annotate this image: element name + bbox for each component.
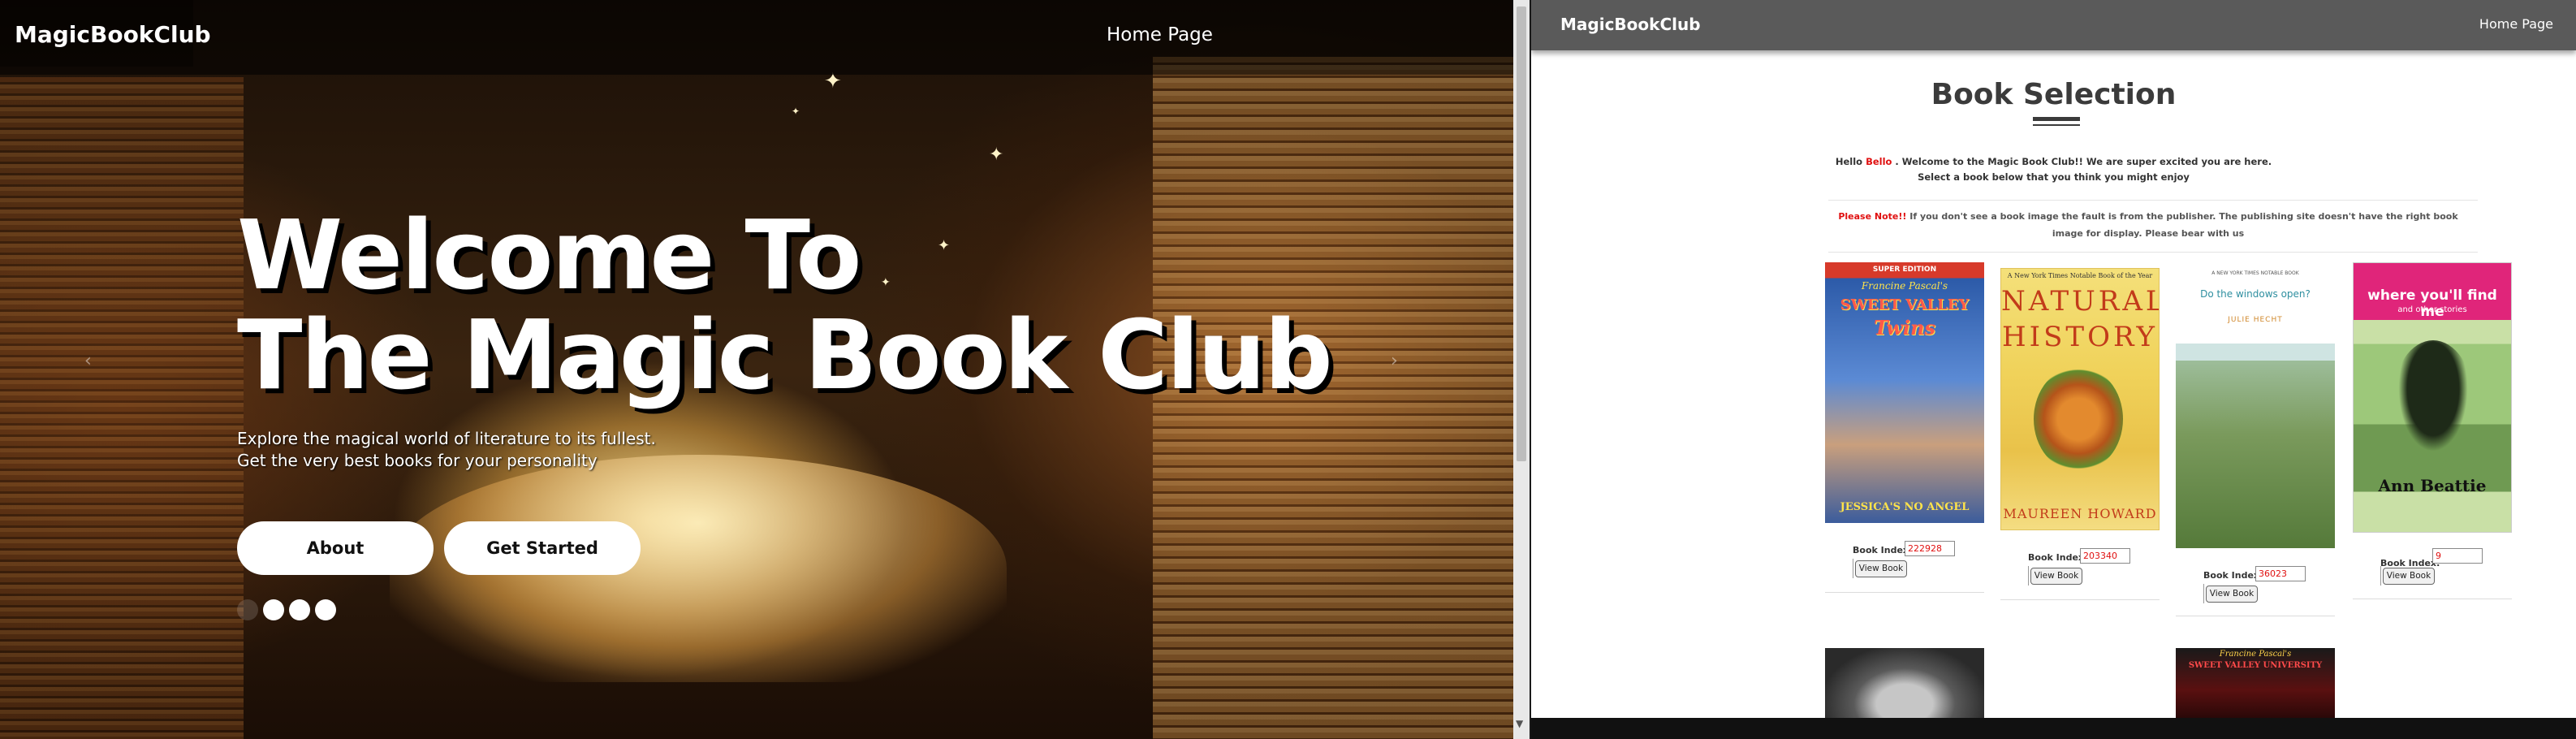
hero-subtitle-line1: Explore the magical world of literature … [237, 429, 656, 448]
carousel-indicator[interactable] [263, 599, 284, 620]
cover-text: SWEET VALLEY UNIVERSITY [2188, 661, 2323, 670]
scrollbar-thumb[interactable] [1517, 6, 1526, 461]
hero-pane: ✦ ✦ ✦ ✦ ✦ ✦ MagicBookClub Home Page ‹ › … [0, 0, 1513, 739]
book-cover-image[interactable] [1825, 648, 1984, 718]
cover-text: JESSICA'S NO ANGEL [1840, 501, 1970, 513]
carousel-indicator[interactable] [315, 599, 336, 620]
cover-text: Ann Beattie [2378, 476, 2487, 495]
hero-subtitle-line2: Get the very best books for your persona… [237, 451, 598, 470]
carousel-prev-icon[interactable]: ‹ [84, 351, 92, 371]
view-book-button[interactable]: View Book [2030, 568, 2082, 585]
book-index-input[interactable]: 203340 [2080, 548, 2130, 564]
page-title: Book Selection [1931, 78, 2177, 111]
pane-divider: ▼ [1513, 0, 1531, 739]
book-index-input[interactable]: 36023 [2255, 566, 2306, 581]
cover-image-lion [2034, 366, 2123, 472]
brand-logo[interactable]: MagicBookClub [1560, 15, 1701, 34]
book-cover-image[interactable]: A New York Times Notable Book of the Yea… [2000, 268, 2160, 530]
cover-text: MAUREEN HOWARD [2003, 506, 2157, 521]
book-card: A New York Times Notable Book of the Yea… [2000, 268, 2160, 601]
cover-text: A NEW YORK TIMES NOTABLE BOOK [2211, 270, 2299, 276]
cover-text: Francine Pascal's [2219, 650, 2292, 659]
top-navbar: MagicBookClub Home Page [1531, 0, 2576, 50]
scroll-down-icon[interactable]: ▼ [1516, 718, 1523, 729]
sparkle-icon: ✦ [792, 106, 800, 117]
book-cover-image[interactable]: where you'll find me and other stories A… [2353, 262, 2512, 533]
cover-text: SWEET VALLEY [1840, 296, 1970, 313]
book-card: SUPER EDITION Francine Pascal's SWEET VA… [1825, 262, 1984, 595]
book-card: A NEW YORK TIMES NOTABLE BOOK Do the win… [2176, 264, 2335, 621]
greeting-prefix: Hello [1835, 156, 1866, 167]
cover-text: and other stories [2397, 305, 2467, 314]
cover-text: where you'll find me [2354, 287, 2511, 320]
book-cover-image[interactable]: SUPER EDITION Francine Pascal's SWEET VA… [1825, 262, 1984, 523]
hero-title-line1: Welcome To [237, 199, 861, 311]
greeting-line2: Select a book below that you think you m… [1918, 171, 2190, 183]
cover-image-tree [2393, 340, 2474, 462]
sparkle-icon: ✦ [938, 237, 951, 254]
divider-line [1828, 252, 2478, 253]
cover-text: A New York Times Notable Book of the Yea… [2007, 272, 2153, 279]
nav-home-link[interactable]: Home Page [2479, 16, 2553, 32]
nav-home-link[interactable]: Home Page [1107, 24, 1213, 45]
cover-text: Francine Pascal's [1861, 280, 1948, 292]
view-book-button[interactable]: View Book [1855, 560, 1907, 577]
divider-tick [2028, 566, 2029, 586]
cover-text: Twins [1874, 316, 1935, 339]
book-index-label: Book Index: [2028, 552, 2088, 563]
view-book-button[interactable]: View Book [2206, 586, 2258, 603]
about-button[interactable]: About [237, 521, 434, 575]
view-book-button[interactable]: View Book [2383, 568, 2435, 585]
user-name: Bello [1866, 156, 1892, 167]
divider-tick [2203, 584, 2204, 603]
book-cover-image[interactable]: A NEW YORK TIMES NOTABLE BOOK Do the win… [2176, 264, 2335, 548]
bottom-bar [1531, 718, 2576, 739]
book-index-input[interactable]: 9 [2432, 548, 2483, 564]
title-underline [2033, 117, 2080, 121]
card-divider [1825, 592, 1984, 593]
carousel-indicator[interactable] [237, 599, 258, 620]
cover-text: Do the windows open? [2200, 288, 2311, 300]
book-index-label: Book Index: [1853, 545, 1913, 555]
note-label: Please Note!! [1838, 211, 1907, 222]
greeting-suffix: . Welcome to the Magic Book Club!! We ar… [1892, 156, 2272, 167]
cover-text: JULIE HECHT [2228, 316, 2283, 324]
book-selection-pane: MagicBookClub Home Page Book Selection H… [1531, 0, 2576, 739]
sparkle-icon: ✦ [881, 276, 891, 289]
hero-title-line2: The Magic Book Club [237, 299, 1333, 411]
book-stack-left [0, 77, 244, 739]
book-index-input[interactable]: 222928 [1905, 541, 1955, 556]
book-index-label: Book Index: [2203, 570, 2263, 581]
brand-logo[interactable]: MagicBookClub [15, 21, 211, 48]
publisher-note: Please Note!! If you don't see a book im… [1823, 208, 2473, 242]
divider-tick [2380, 566, 2381, 586]
carousel-indicators [237, 599, 336, 620]
scrollbar[interactable]: ▼ [1513, 0, 1530, 739]
greeting-line1: Hello Bello . Welcome to the Magic Book … [1531, 156, 2576, 167]
top-navbar [0, 0, 1513, 75]
book-cover-image[interactable]: Francine Pascal's SWEET VALLEY UNIVERSIT… [2176, 648, 2335, 718]
cover-text: SUPER EDITION [1872, 266, 1937, 274]
cover-text: NATURAL [2001, 285, 2160, 318]
carousel-next-icon[interactable]: › [1391, 351, 1398, 371]
carousel-indicator[interactable] [289, 599, 310, 620]
note-text: If you don't see a book image the fault … [1906, 211, 2458, 239]
divider-line [1828, 200, 2478, 201]
card-divider [2000, 599, 2160, 600]
book-card: where you'll find me and other stories A… [2353, 262, 2512, 603]
get-started-button[interactable]: Get Started [444, 521, 641, 575]
cover-text: HISTORY [2002, 321, 2158, 353]
sparkle-icon: ✦ [989, 145, 1004, 165]
